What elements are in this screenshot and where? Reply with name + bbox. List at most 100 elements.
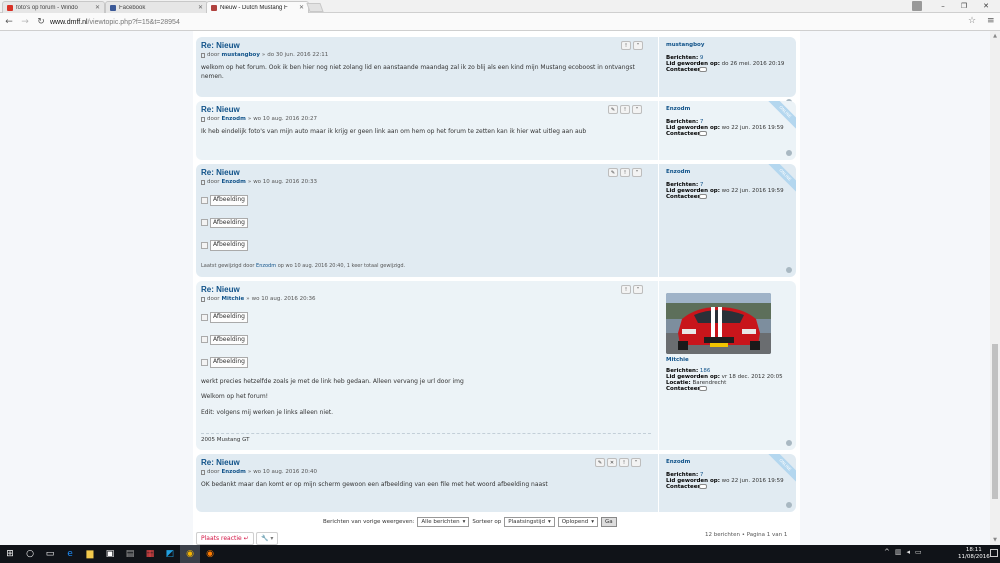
new-tab-button[interactable] <box>306 3 324 12</box>
back-to-top-icon[interactable] <box>786 150 792 156</box>
author-link[interactable]: Mitchie <box>221 296 244 302</box>
post-icon[interactable] <box>201 52 205 58</box>
warn-icon[interactable]: ! <box>619 458 629 467</box>
warn-icon[interactable]: ! <box>621 285 631 294</box>
profile-name[interactable]: Enzodm <box>666 169 690 175</box>
scroll-thumb[interactable] <box>992 344 998 499</box>
post-title[interactable]: Re: Nieuw <box>201 105 240 114</box>
post-title[interactable]: Re: Nieuw <box>201 285 240 294</box>
contact-icon[interactable] <box>699 194 707 199</box>
store-icon[interactable]: ▣ <box>100 545 120 563</box>
author-link[interactable]: Enzodm <box>221 469 245 475</box>
menu-icon[interactable]: ≡ <box>987 16 995 26</box>
broken-image[interactable]: Afbeelding <box>201 357 651 368</box>
scrollbar[interactable]: ▲ ▼ <box>990 31 1000 545</box>
broken-image[interactable]: Afbeelding <box>201 195 651 206</box>
broken-image[interactable]: Afbeelding <box>201 240 651 251</box>
edit-user-link[interactable]: Enzodm <box>256 263 276 269</box>
profile-name[interactable]: Mitchie <box>666 357 689 363</box>
close-icon[interactable]: ✕ <box>299 4 304 11</box>
back-to-top-icon[interactable] <box>786 440 792 446</box>
chevron-up-icon[interactable]: ^ <box>884 548 890 556</box>
edit-icon[interactable]: ✎ <box>595 458 605 467</box>
edit-icon[interactable]: ✎ <box>608 105 618 114</box>
quote-icon[interactable]: “ <box>632 168 642 177</box>
window-close-icon[interactable]: ✕ <box>975 0 997 12</box>
file-explorer-icon[interactable]: ▆ <box>80 545 100 563</box>
post-title[interactable]: Re: Nieuw <box>201 41 240 50</box>
post-icon[interactable] <box>201 116 205 122</box>
broken-image[interactable]: Afbeelding <box>201 334 651 345</box>
post-icon[interactable] <box>201 469 205 475</box>
scroll-up-icon[interactable]: ▲ <box>990 31 1000 41</box>
media-icon[interactable]: ▤ <box>120 545 140 563</box>
quote-icon[interactable]: “ <box>631 458 641 467</box>
profile-name[interactable]: mustangboy <box>666 42 704 48</box>
windows-start-icon[interactable]: ⊞ <box>0 545 20 563</box>
author-link[interactable]: mustangboy <box>221 52 259 58</box>
firefox-icon[interactable]: ◉ <box>200 545 220 563</box>
user-icon[interactable] <box>912 1 922 11</box>
tools-button[interactable]: 🔧 ▾ <box>256 532 279 545</box>
order-select[interactable]: Oplopend ▾ <box>557 517 599 527</box>
quote-icon[interactable]: “ <box>633 41 643 50</box>
back-icon[interactable]: ← <box>2 15 16 29</box>
sort-select[interactable]: Plaatsingstijd ▾ <box>504 517 555 527</box>
author-link[interactable]: Enzodm <box>221 179 245 185</box>
author-link[interactable]: Enzodm <box>221 116 245 122</box>
taskbar-clock[interactable]: 18:11 11/08/2016 <box>958 547 990 561</box>
browser-tab[interactable]: Facebook ✕ <box>105 1 208 13</box>
url-field[interactable]: www.dmff.nl/viewtopic.php?f=15&t=28954 <box>50 15 985 29</box>
contact-icon[interactable] <box>699 484 707 489</box>
profile-name[interactable]: Enzodm <box>666 106 690 112</box>
browser-tab[interactable]: foto's op forum - Windo ✕ <box>2 1 105 13</box>
contact-icon[interactable] <box>699 131 707 136</box>
edge-icon[interactable]: e <box>60 545 80 563</box>
post-title[interactable]: Re: Nieuw <box>201 458 240 467</box>
profile-name[interactable]: Enzodm <box>666 459 690 465</box>
avatar[interactable] <box>666 293 771 354</box>
close-icon[interactable]: ✕ <box>95 4 100 11</box>
post-icon[interactable] <box>201 296 205 302</box>
show-select[interactable]: Alle berichten ▾ <box>417 517 470 527</box>
warn-icon[interactable]: ! <box>620 168 630 177</box>
media-player-icon[interactable]: ▦ <box>140 545 160 563</box>
keyboard-icon[interactable]: ▭ <box>915 548 922 556</box>
broken-image[interactable]: Afbeelding <box>201 217 651 228</box>
minimize-icon[interactable]: – <box>932 0 954 12</box>
contact-icon[interactable] <box>699 386 707 391</box>
chrome-icon[interactable]: ◉ <box>180 545 200 563</box>
notification-icon[interactable] <box>990 549 998 557</box>
post-title[interactable]: Re: Nieuw <box>201 168 240 177</box>
back-to-top-icon[interactable] <box>786 267 792 273</box>
edit-icon[interactable]: ✎ <box>608 168 618 177</box>
broken-image[interactable]: Afbeelding <box>201 312 651 323</box>
maximize-icon[interactable]: ❐ <box>953 0 975 12</box>
warn-icon[interactable]: ! <box>621 41 631 50</box>
skype-icon[interactable]: ◩ <box>160 545 180 563</box>
search-icon[interactable]: ○ <box>20 545 40 563</box>
post-icon[interactable] <box>201 179 205 185</box>
network-icon[interactable]: ▥ <box>895 548 902 556</box>
warn-icon[interactable]: ! <box>620 105 630 114</box>
reload-icon[interactable]: ↻ <box>34 15 48 29</box>
quote-icon[interactable]: “ <box>633 285 643 294</box>
quote-icon[interactable]: “ <box>632 105 642 114</box>
browser-tab-active[interactable]: Nieuw - Dutch Mustang F ✕ <box>206 1 309 13</box>
post-date: do 30 jun. 2016 22:11 <box>267 52 329 58</box>
contact-icon[interactable] <box>699 67 707 72</box>
bookmark-star-icon[interactable]: ☆ <box>968 16 976 26</box>
go-button[interactable]: Ga <box>601 517 617 527</box>
scroll-down-icon[interactable]: ▼ <box>990 535 1000 545</box>
delete-icon[interactable]: ✕ <box>607 458 617 467</box>
back-to-top-icon[interactable] <box>786 502 792 508</box>
post-content: Afbeelding Afbeelding Afbeelding <box>201 190 651 263</box>
edit-mid: op <box>277 263 284 269</box>
profile-contact: Contacteer: <box>666 194 702 200</box>
close-icon[interactable]: ✕ <box>198 4 203 11</box>
post-actions: ✎ ! “ <box>608 168 642 177</box>
forward-icon[interactable]: → <box>18 15 32 29</box>
task-view-icon[interactable]: ▭ <box>40 545 60 563</box>
post-reply-button[interactable]: Plaats reactie ↵ <box>196 532 254 545</box>
volume-icon[interactable]: ◂ <box>907 548 911 556</box>
